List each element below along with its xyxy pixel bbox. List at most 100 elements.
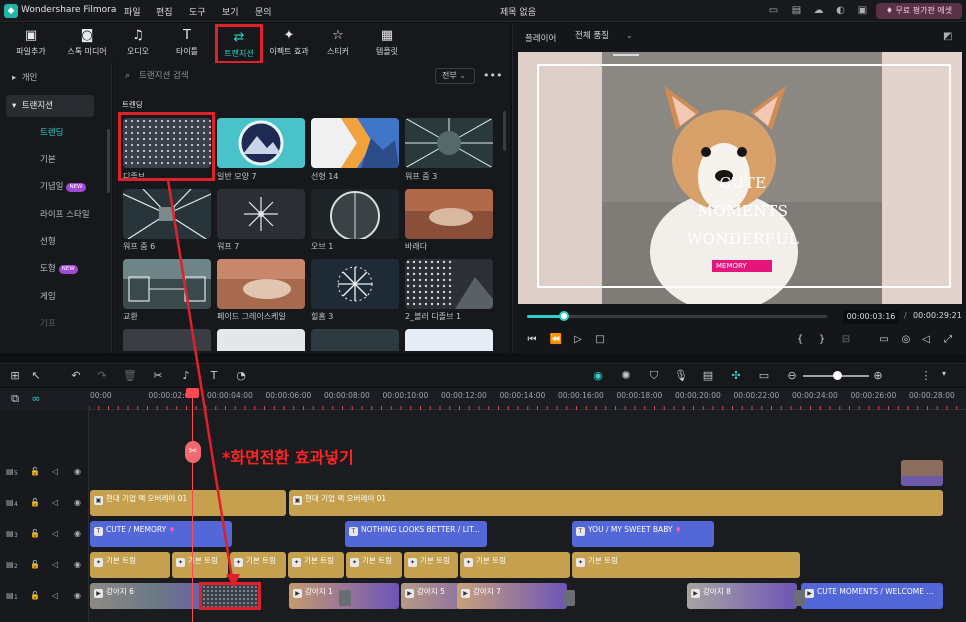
- effect-clip[interactable]: ✦ 기본 트림: [172, 552, 228, 578]
- transition-card-linear-14[interactable]: [311, 118, 399, 168]
- mark-out-icon[interactable]: }: [815, 334, 829, 345]
- tab-stock-media[interactable]: ◙ 스톡 미디어: [61, 25, 113, 61]
- sidebar-item-linear[interactable]: 선형: [0, 231, 108, 253]
- transition-card-partial[interactable]: [123, 329, 211, 351]
- tab-titles[interactable]: T 타이틀: [165, 25, 209, 61]
- redo-icon[interactable]: ↷: [94, 369, 110, 382]
- gift-icon[interactable]: ▣: [856, 4, 869, 17]
- track-volume-icon[interactable]: ◁: [52, 467, 58, 476]
- text-tool-icon[interactable]: T: [206, 369, 222, 382]
- lock-icon[interactable]: 🔓: [30, 498, 40, 507]
- track-volume-icon[interactable]: ◁: [52, 591, 58, 600]
- link-icon[interactable]: ∞: [28, 392, 44, 405]
- undo-icon[interactable]: ↶: [68, 369, 84, 382]
- render-icon[interactable]: ⊟: [839, 334, 853, 345]
- eye-icon[interactable]: ◉: [74, 560, 81, 569]
- track-type-icon[interactable]: ▤: [6, 560, 14, 569]
- transition-card-shape-7[interactable]: [217, 118, 305, 168]
- zoom-out-icon[interactable]: ⊖: [784, 369, 800, 382]
- tab-stickers[interactable]: ☆ 스티커: [318, 25, 358, 61]
- tab-audio[interactable]: ♫ 오디오: [116, 25, 160, 61]
- more-options-icon[interactable]: •••: [483, 69, 502, 82]
- effect-clip[interactable]: ✦ 기본 트림: [572, 552, 800, 578]
- lock-icon[interactable]: 🔓: [30, 529, 40, 538]
- track-type-icon[interactable]: ▤: [6, 591, 14, 600]
- transition-card-warp-7[interactable]: [217, 189, 305, 239]
- transition-card-pinwheel-3[interactable]: [311, 259, 399, 309]
- effect-clip[interactable]: ✦ 기본 트림: [90, 552, 170, 578]
- track-type-icon[interactable]: ▤: [6, 529, 14, 538]
- select-arrow-icon[interactable]: ↖: [28, 369, 44, 382]
- audio-mixer-icon[interactable]: ▤: [700, 369, 716, 382]
- timeline-tracks[interactable]: ▣ 현대 기업 팩 오버레이 01 ▣ 현대 기업 팩 오버레이 01 T CUTE …: [89, 410, 966, 622]
- layout-grid-icon[interactable]: ⊞: [7, 369, 23, 382]
- video-canvas[interactable]: CUTE MOMENTS WONDERFUL MEMORY: [518, 52, 962, 304]
- more-columns-icon[interactable]: ⋮: [918, 369, 934, 382]
- title-clip[interactable]: T YOU / MY SWEET BABY ♦: [572, 521, 714, 547]
- filter-dropdown[interactable]: 전부 ⌄: [435, 68, 475, 84]
- eye-icon[interactable]: ◉: [74, 591, 81, 600]
- pip-icon[interactable]: ▭: [756, 369, 772, 382]
- effect-clip[interactable]: ✦ 기본 트림: [346, 552, 402, 578]
- scissors-icon[interactable]: ✂: [185, 441, 201, 463]
- menu-help[interactable]: 문의: [255, 5, 272, 18]
- transition-marker[interactable]: [563, 590, 575, 606]
- track-type-icon[interactable]: ▤: [6, 467, 14, 476]
- cut-icon[interactable]: ✂: [150, 369, 166, 382]
- sidebar-item-shapes[interactable]: 도형 NEW: [0, 258, 108, 280]
- sidebar-item-more[interactable]: 기프: [0, 313, 108, 335]
- menu-edit[interactable]: 편집: [156, 5, 173, 18]
- microphone-icon[interactable]: 🎙: [673, 369, 689, 382]
- search-input[interactable]: 트랜지션 검색: [121, 67, 431, 85]
- play-icon[interactable]: ▷: [571, 334, 585, 345]
- layout-icon[interactable]: ▭: [767, 4, 780, 17]
- browser-scrollbar[interactable]: [503, 111, 506, 151]
- video-clip[interactable]: ▶ 강아지 8: [687, 583, 797, 609]
- auto-ripple-icon[interactable]: ◉: [590, 369, 606, 382]
- sidebar-item-game[interactable]: 게임: [0, 286, 108, 308]
- speed-icon[interactable]: ◔: [233, 369, 249, 382]
- zoom-in-icon[interactable]: ⊕: [870, 369, 886, 382]
- sidebar-item-transitions[interactable]: ▾ 트랜지션: [6, 95, 94, 117]
- lock-icon[interactable]: 🔓: [30, 560, 40, 569]
- transition-card-partial[interactable]: [405, 329, 493, 351]
- title-video-clip[interactable]: ▶ CUTE MOMENTS / WELCOME ...: [801, 583, 943, 609]
- track-volume-icon[interactable]: ◁: [52, 498, 58, 507]
- tab-import[interactable]: ▣ 파일추가: [5, 25, 57, 61]
- add-track-icon[interactable]: ⧉: [7, 392, 23, 406]
- tab-transitions[interactable]: ⇄ 트랜지션: [215, 24, 263, 64]
- transition-marker[interactable]: [339, 590, 351, 606]
- display-icon[interactable]: ▭: [877, 334, 891, 345]
- quality-dropdown[interactable]: 전체 품질 ⌄: [571, 28, 651, 44]
- transition-card-warp-zoom-6[interactable]: [123, 189, 211, 239]
- render-preview-icon[interactable]: ✺: [618, 369, 634, 382]
- playback-progress-track[interactable]: [527, 315, 827, 318]
- delete-icon[interactable]: 🗑: [122, 369, 138, 382]
- effect-clip[interactable]: ✦ 기본 트림: [460, 552, 570, 578]
- tab-templates[interactable]: ▦ 템플릿: [365, 25, 409, 61]
- track-volume-icon[interactable]: ◁: [52, 560, 58, 569]
- track5-clip[interactable]: [901, 460, 943, 486]
- transition-card-orb-1[interactable]: [311, 189, 399, 239]
- sidebar-item-trending[interactable]: 트렌딩: [0, 122, 108, 144]
- menu-view[interactable]: 보기: [222, 5, 239, 18]
- video-clip[interactable]: ▶ 강아지 7: [457, 583, 567, 609]
- menu-file[interactable]: 파일: [124, 5, 141, 18]
- menu-tools[interactable]: 도구: [189, 5, 206, 18]
- eye-icon[interactable]: ◉: [74, 498, 81, 507]
- save-icon[interactable]: ▤: [790, 4, 803, 17]
- stop-icon[interactable]: □: [593, 334, 607, 345]
- step-back-icon[interactable]: ⏪: [549, 334, 563, 345]
- transition-card-fade-grayscale[interactable]: [217, 259, 305, 309]
- transition-card-swap[interactable]: [123, 259, 211, 309]
- playhead-handle[interactable]: [186, 388, 199, 398]
- effect-clip[interactable]: ✦ 기본 트림: [288, 552, 344, 578]
- lock-icon[interactable]: 🔓: [30, 467, 40, 476]
- tab-effects[interactable]: ✦ 이펙트 효과: [264, 25, 314, 61]
- playback-scrubber[interactable]: [559, 311, 569, 321]
- playhead[interactable]: [192, 388, 193, 622]
- sidebar-item-basic[interactable]: 기본: [0, 149, 108, 171]
- transition-marker[interactable]: [793, 590, 805, 606]
- transition-card-partial[interactable]: [217, 329, 305, 351]
- chevron-down-icon[interactable]: ▾: [936, 369, 952, 378]
